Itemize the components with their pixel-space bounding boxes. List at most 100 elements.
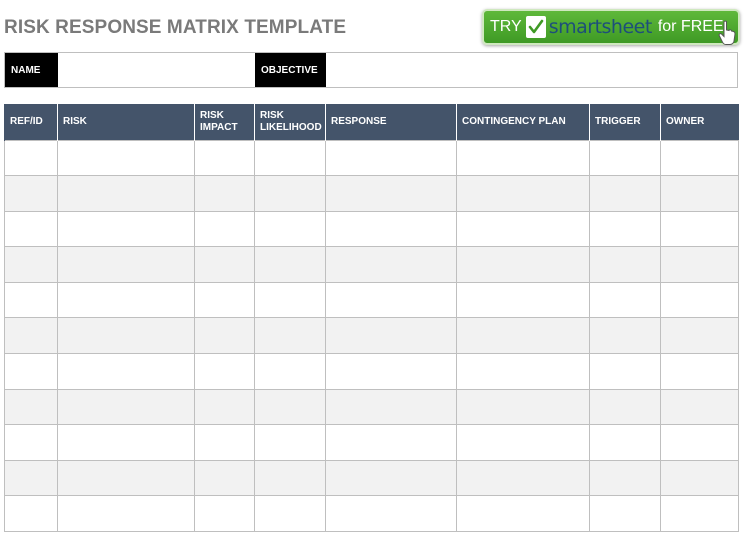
table-cell[interactable]	[660, 495, 739, 533]
table-cell[interactable]	[660, 388, 739, 426]
table-cell[interactable]	[325, 459, 457, 497]
table-cell[interactable]	[57, 175, 195, 212]
table-cell[interactable]	[660, 353, 739, 390]
table-cell[interactable]	[194, 281, 255, 319]
table-cell[interactable]	[194, 388, 255, 426]
table-cell[interactable]	[57, 495, 195, 533]
table-cell[interactable]	[57, 210, 195, 248]
table-cell[interactable]	[325, 281, 457, 319]
table-cell[interactable]	[254, 281, 326, 319]
table-cell[interactable]	[589, 246, 661, 283]
table-cell[interactable]	[254, 175, 326, 212]
table-cell[interactable]	[4, 139, 58, 177]
table-cell[interactable]	[589, 317, 661, 355]
table-cell[interactable]	[589, 459, 661, 497]
table-cell[interactable]	[589, 353, 661, 390]
table-cell[interactable]	[589, 495, 661, 533]
table-cell[interactable]	[194, 459, 255, 497]
column-header-trigger: TRIGGER	[589, 104, 661, 140]
table-cell[interactable]	[325, 317, 457, 355]
table-cell[interactable]	[660, 459, 739, 497]
table-cell[interactable]	[456, 424, 590, 461]
table-cell[interactable]	[660, 317, 739, 355]
table-cell[interactable]	[194, 495, 255, 533]
table-cell[interactable]	[325, 139, 457, 177]
table-cell[interactable]	[194, 210, 255, 248]
table-row	[4, 424, 739, 461]
table-cell[interactable]	[254, 210, 326, 248]
table-cell[interactable]	[194, 424, 255, 461]
table-cell[interactable]	[4, 424, 58, 461]
table-cell[interactable]	[660, 139, 739, 177]
table-cell[interactable]	[194, 317, 255, 355]
table-cell[interactable]	[456, 281, 590, 319]
table-cell[interactable]	[57, 353, 195, 390]
table-cell[interactable]	[57, 139, 195, 177]
table-cell[interactable]	[4, 281, 58, 319]
table-cell[interactable]	[254, 317, 326, 355]
table-cell[interactable]	[194, 353, 255, 390]
table-cell[interactable]	[456, 317, 590, 355]
table-cell[interactable]	[254, 459, 326, 497]
table-row	[4, 317, 739, 355]
table-cell[interactable]	[254, 495, 326, 533]
table-cell[interactable]	[589, 388, 661, 426]
table-cell[interactable]	[57, 317, 195, 355]
table-cell[interactable]	[456, 210, 590, 248]
table-cell[interactable]	[456, 139, 590, 177]
banner-brand-text: smartsheet	[548, 16, 653, 38]
table-row	[4, 210, 739, 248]
table-cell[interactable]	[660, 246, 739, 283]
table-cell[interactable]	[4, 495, 58, 533]
table-cell[interactable]	[589, 210, 661, 248]
table-cell[interactable]	[254, 388, 326, 426]
table-cell[interactable]	[456, 388, 590, 426]
objective-field[interactable]	[326, 53, 737, 87]
table-cell[interactable]	[4, 210, 58, 248]
table-cell[interactable]	[589, 175, 661, 212]
table-cell[interactable]	[589, 424, 661, 461]
table-cell[interactable]	[325, 210, 457, 248]
table-cell[interactable]	[194, 175, 255, 212]
table-cell[interactable]	[4, 246, 58, 283]
table-cell[interactable]	[4, 317, 58, 355]
table-cell[interactable]	[57, 388, 195, 426]
table-cell[interactable]	[456, 495, 590, 533]
table-cell[interactable]	[194, 246, 255, 283]
table-cell[interactable]	[660, 210, 739, 248]
name-field[interactable]	[58, 53, 255, 87]
table-cell[interactable]	[325, 246, 457, 283]
table-cell[interactable]	[254, 353, 326, 390]
table-cell[interactable]	[254, 246, 326, 283]
table-cell[interactable]	[325, 388, 457, 426]
column-header-risk-impact: RISK IMPACT	[194, 104, 255, 140]
table-cell[interactable]	[456, 459, 590, 497]
table-cell[interactable]	[254, 139, 326, 177]
table-cell[interactable]	[254, 424, 326, 461]
table-cell[interactable]	[194, 139, 255, 177]
table-cell[interactable]	[57, 281, 195, 319]
table-cell[interactable]	[456, 246, 590, 283]
table-cell[interactable]	[325, 175, 457, 212]
table-cell[interactable]	[456, 353, 590, 390]
table-cell[interactable]	[325, 424, 457, 461]
try-smartsheet-banner[interactable]: TRY smartsheet for FREE	[482, 9, 740, 45]
table-cell[interactable]	[325, 495, 457, 533]
table-cell[interactable]	[456, 175, 590, 212]
column-header-contingency-plan: CONTINGENCY PLAN	[456, 104, 590, 140]
table-cell[interactable]	[4, 353, 58, 390]
table-cell[interactable]	[660, 424, 739, 461]
table-cell[interactable]	[57, 246, 195, 283]
table-cell[interactable]	[589, 139, 661, 177]
table-cell[interactable]	[589, 281, 661, 319]
table-cell[interactable]	[4, 175, 58, 212]
table-cell[interactable]	[57, 424, 195, 461]
table-cell[interactable]	[4, 459, 58, 497]
table-cell[interactable]	[4, 388, 58, 426]
table-cell[interactable]	[660, 281, 739, 319]
table-cell[interactable]	[325, 353, 457, 390]
page-title: RISK RESPONSE MATRIX TEMPLATE	[4, 17, 347, 38]
table-cell[interactable]	[660, 175, 739, 212]
table-cell[interactable]	[57, 459, 195, 497]
table-row	[4, 246, 739, 283]
